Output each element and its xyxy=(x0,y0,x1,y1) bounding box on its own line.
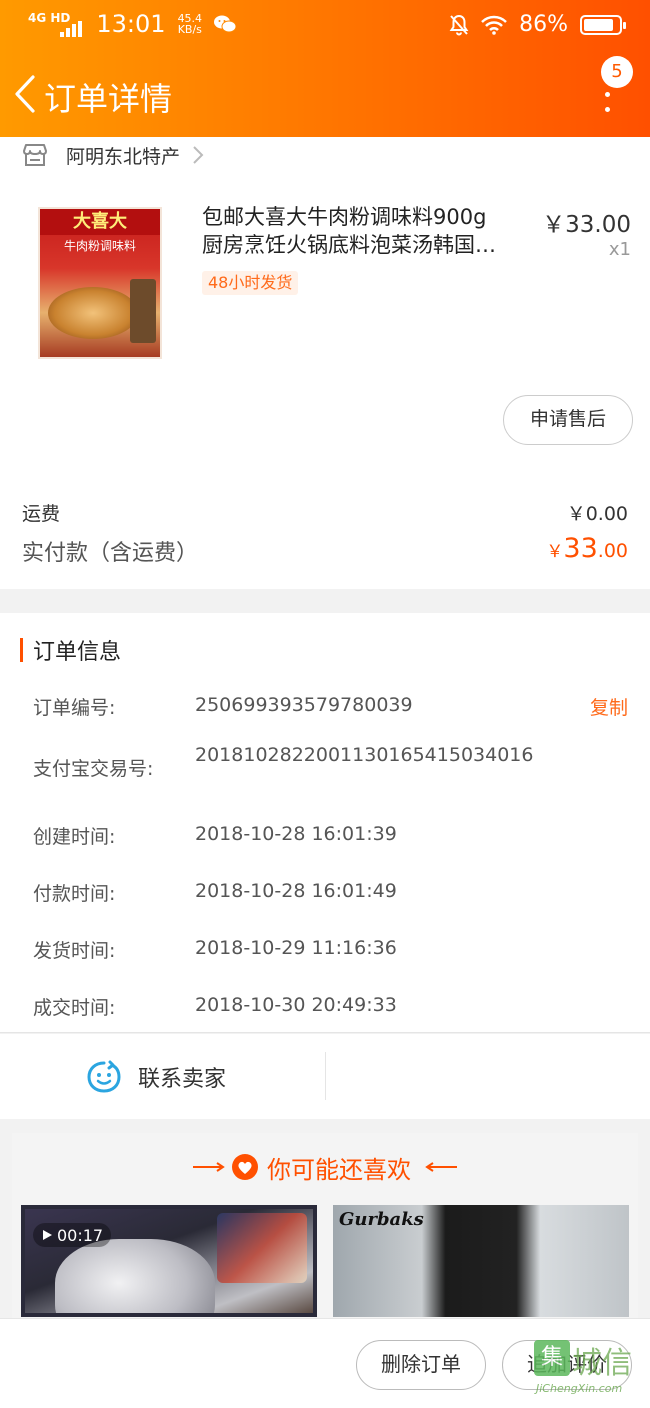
recommended-item-video[interactable]: 00:17 xyxy=(21,1205,317,1317)
order-info-heading: 订单信息 xyxy=(20,636,121,665)
arrow-decoration-icon xyxy=(193,1162,225,1172)
mute-bell-icon xyxy=(449,14,469,35)
order-item-card: 阿明东北特产 大喜大 牛肉粉调味料 包邮大喜大牛肉粉调味料900g 厨房烹饪火锅… xyxy=(0,137,650,589)
created-time-value: 2018-10-28 16:01:39 xyxy=(195,823,397,845)
battery-percent: 86% xyxy=(519,12,568,37)
copy-order-number-button[interactable]: 复制 xyxy=(590,693,628,720)
divider xyxy=(0,1032,650,1033)
shipping-promise-tag: 48小时发货 xyxy=(202,271,299,295)
clock: 13:01 xyxy=(96,10,166,38)
recommendations-heading: 你可能还喜欢 xyxy=(12,1149,638,1185)
shop-link[interactable]: 阿明东北特产 xyxy=(22,139,204,171)
sneaker-image xyxy=(217,1213,307,1283)
delete-order-button[interactable]: 删除订单 xyxy=(356,1340,486,1390)
chevron-right-icon xyxy=(193,146,204,164)
store-icon xyxy=(23,144,47,166)
status-bar: 4G HD 13:01 45.4 KB/s 86% xyxy=(0,0,650,52)
order-number-label: 订单编号: xyxy=(33,697,116,719)
arrow-decoration-icon xyxy=(425,1162,457,1172)
video-duration-chip: 00:17 xyxy=(33,1223,112,1247)
network-speed: 45.4 KB/s xyxy=(177,12,203,36)
paid-time-label: 付款时间: xyxy=(33,883,116,905)
side-dish-image xyxy=(130,279,156,343)
order-info-section: 订单信息 订单编号: 250699393579780039 复制 支付宝交易号:… xyxy=(0,613,650,1033)
contact-bar: 联系卖家 xyxy=(0,1034,650,1119)
product-title[interactable]: 包邮大喜大牛肉粉调味料900g 厨房烹饪火锅底料泡菜汤韩国… xyxy=(202,203,532,259)
shipping-fee-label: 运费 xyxy=(22,503,61,525)
network-type: 4G HD xyxy=(28,11,71,25)
fur-coat-image xyxy=(55,1239,215,1313)
contact-seller-button[interactable]: 联系卖家 xyxy=(86,1058,226,1096)
divider xyxy=(325,1052,326,1100)
heart-icon xyxy=(232,1154,258,1180)
paid-amount-value: ￥33.00 xyxy=(546,533,628,564)
shipped-time-value: 2018-10-29 11:16:36 xyxy=(195,937,397,959)
soup-bowl-image xyxy=(48,287,138,339)
back-button[interactable] xyxy=(8,72,42,116)
product-image[interactable]: 大喜大 牛肉粉调味料 xyxy=(38,207,162,359)
more-menu-button[interactable] xyxy=(600,92,614,112)
recommended-item-apparel[interactable]: Gurbaks xyxy=(333,1205,629,1317)
product-price: ￥33.00 xyxy=(542,212,631,238)
contact-seller-label: 联系卖家 xyxy=(138,1067,227,1092)
play-icon xyxy=(43,1230,52,1240)
watermark-url: JiChengXin.com xyxy=(536,1382,623,1395)
completed-time-label: 成交时间: xyxy=(33,997,116,1019)
chat-smiley-icon xyxy=(87,1060,121,1093)
watermark-text: 城信 xyxy=(572,1346,632,1381)
watermark-logo: 集 城信 JiChengXin.com xyxy=(534,1338,648,1404)
completed-time-value: 2018-10-30 20:49:33 xyxy=(195,994,397,1016)
product-quantity: x1 xyxy=(608,239,631,260)
chevron-left-icon xyxy=(15,75,35,113)
product-image-brand: 大喜大 xyxy=(40,209,160,235)
wifi-icon xyxy=(481,15,507,35)
after-sale-button[interactable]: 申请售后 xyxy=(503,395,633,445)
alipay-trade-label: 支付宝交易号: xyxy=(33,758,154,780)
shipping-fee-value: ￥0.00 xyxy=(566,503,628,525)
page-title: 订单详情 xyxy=(44,80,173,118)
product-image-subtitle: 牛肉粉调味料 xyxy=(63,239,136,253)
shop-name: 阿明东北特产 xyxy=(66,145,181,168)
shipped-time-label: 发货时间: xyxy=(33,940,116,962)
wechat-icon xyxy=(214,15,237,33)
alipay-trade-value: 2018102822001130165415034016 xyxy=(195,744,534,766)
order-number-value: 250699393579780039 xyxy=(195,694,413,716)
paid-amount-label: 实付款（含运费） xyxy=(22,541,199,566)
paid-time-value: 2018-10-28 16:01:49 xyxy=(195,880,397,902)
app-header: 4G HD 13:01 45.4 KB/s 86% 订单详情 5 xyxy=(0,0,650,137)
battery-icon xyxy=(580,14,626,35)
recommended-item-brand: Gurbaks xyxy=(339,1209,424,1230)
watermark-mark: 集 xyxy=(534,1340,570,1376)
created-time-label: 创建时间: xyxy=(33,826,116,848)
notification-badge[interactable]: 5 xyxy=(601,56,633,88)
